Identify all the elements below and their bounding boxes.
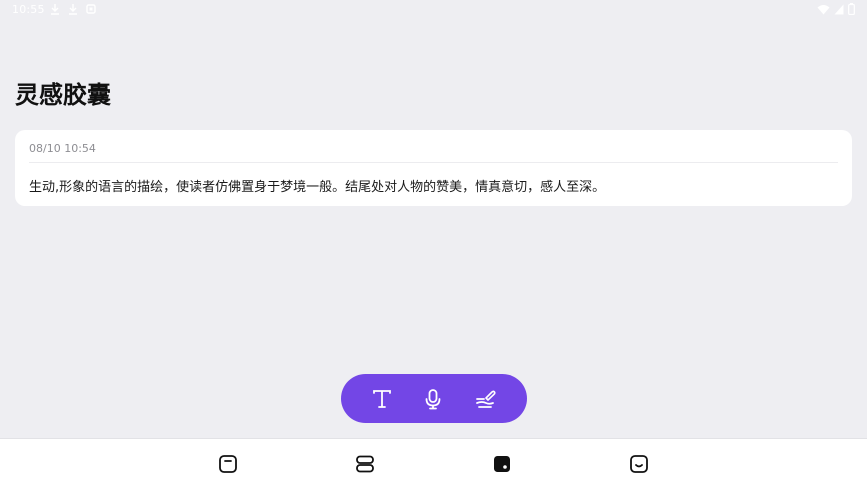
status-time: 10:55 [12, 3, 45, 16]
status-notification-icons [50, 3, 96, 15]
status-system-icons [817, 3, 855, 15]
nav-item-profile[interactable] [628, 453, 650, 475]
voice-input-button[interactable] [420, 386, 446, 412]
note-card[interactable]: 08/10 10:54 生动,形象的语言的描绘，使读者仿佛置身于梦境一般。结尾处… [15, 130, 852, 206]
battery-icon [848, 3, 855, 15]
nav-item-notes[interactable] [217, 453, 239, 475]
bottom-navigation [0, 438, 867, 488]
download-icon [68, 3, 78, 15]
handwriting-input-button[interactable] [472, 386, 498, 412]
text-input-button[interactable] [369, 386, 395, 412]
note-content: 生动,形象的语言的描绘，使读者仿佛置身于梦境一般。结尾处对人物的赞美，情真意切，… [29, 180, 606, 195]
nav-item-list[interactable] [354, 453, 376, 475]
download-icon [50, 3, 60, 15]
nav-item-capsule[interactable] [491, 453, 513, 475]
input-action-bar [341, 374, 527, 423]
profile-tab-icon [629, 454, 649, 474]
note-date: 08/10 10:54 [29, 142, 96, 155]
page-title: 灵感胶囊 [15, 81, 111, 109]
note-divider [29, 162, 838, 163]
list-tab-icon [355, 454, 375, 474]
notification-icon [86, 3, 96, 15]
status-bar: 10:55 [0, 0, 867, 20]
handwriting-icon [474, 388, 496, 410]
signal-icon [834, 4, 844, 15]
wifi-icon [817, 4, 830, 15]
microphone-icon [422, 388, 444, 410]
capsule-tab-icon [492, 454, 512, 474]
notes-tab-icon [218, 454, 238, 474]
text-input-icon [371, 388, 393, 410]
